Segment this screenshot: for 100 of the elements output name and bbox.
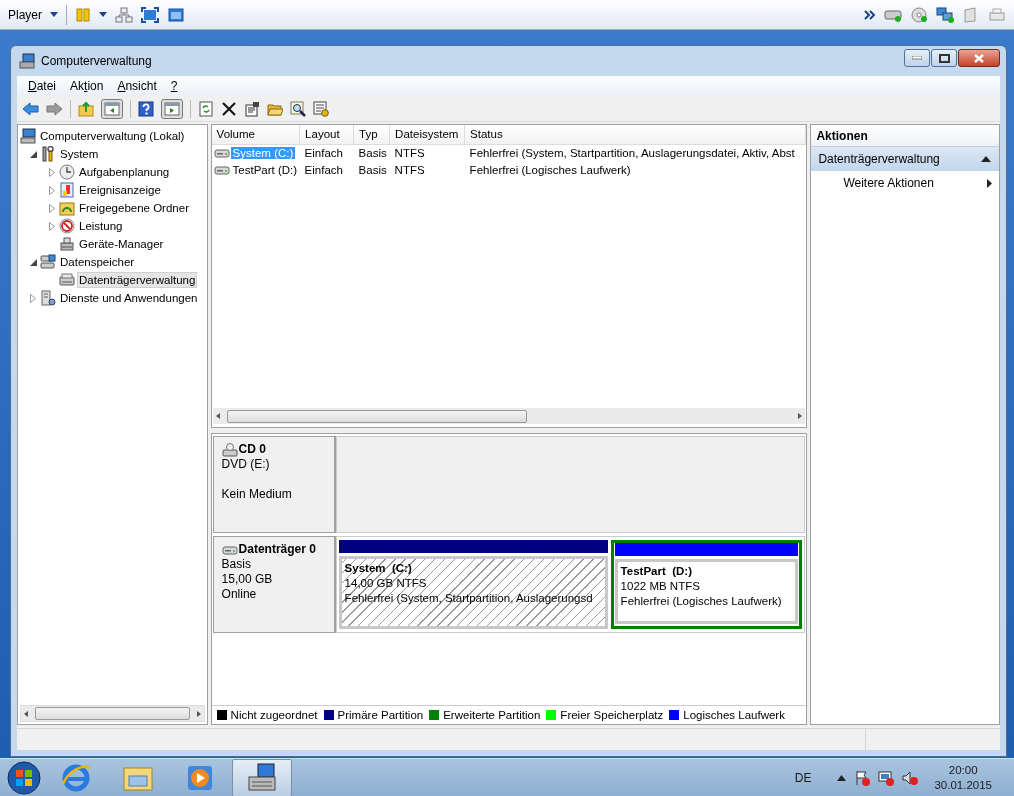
column-header[interactable]: Layout (299, 125, 354, 144)
network-nodes-icon[interactable] (115, 6, 133, 23)
submenu-arrow-icon[interactable] (987, 178, 992, 188)
computer-management-icon (19, 53, 35, 69)
tree-item[interactable]: Leistung (77, 218, 125, 234)
collapse-arrow-icon[interactable] (981, 156, 991, 162)
collapsed-arrow-icon[interactable] (49, 221, 55, 231)
partition-box[interactable]: TestPart (D:) 1022 MB NTFS Fehlerfrei (Logisches Laufwerk) (614, 559, 799, 624)
event-log-icon (59, 182, 75, 198)
table-cell: Einfach (299, 144, 354, 161)
disk-type: Basis (221, 557, 252, 572)
table-cell-text: NTFS (393, 162, 426, 178)
legend-label: Nicht zugeordnet (230, 709, 318, 721)
actions-section[interactable]: Datenträgerverwaltung (811, 147, 999, 171)
window-title: Computerverwaltung (41, 54, 152, 68)
forward-arrow-icon[interactable] (46, 100, 63, 117)
storage-icon (40, 254, 56, 270)
partition[interactable]: System (C:) 14,00 GB NTFS Fehlerfrei (System, Startpartition, Auslagerungsd (338, 540, 608, 629)
double-chevron-icon[interactable] (864, 8, 876, 21)
tree-item[interactable]: Dienste und Anwendungen (58, 290, 200, 306)
tree-item[interactable]: Computerverwaltung (Lokal) (38, 128, 187, 144)
network-icon[interactable] (936, 6, 954, 23)
tree-item[interactable]: Datenspeicher (58, 254, 137, 270)
performance-icon (59, 218, 75, 234)
horizontal-scrollbar[interactable] (20, 705, 205, 722)
fullscreen-icon[interactable] (141, 6, 159, 23)
column-header[interactable]: Dateisystem (389, 125, 465, 144)
menu-item[interactable]: Datei (21, 79, 64, 93)
table-cell: Fehlerfrei (System, Startpartition, Auslagerungsdatei, Aktiv, Abst (464, 144, 806, 161)
disk-drive-icon (59, 272, 75, 288)
taskbar-button[interactable] (232, 758, 292, 796)
cd-drive-icon (221, 442, 238, 457)
menu-item[interactable]: ? (163, 79, 185, 93)
extended-partition[interactable]: TestPart (D:) 1022 MB NTFS Fehlerfrei (Logisches Laufwerk) (610, 540, 803, 629)
magnifier-icon[interactable] (290, 100, 306, 117)
disk-drive-icon (221, 543, 238, 556)
close-button[interactable] (958, 49, 1000, 67)
column-header[interactable]: Status (464, 125, 806, 144)
flag-icon[interactable] (854, 769, 871, 786)
start-button[interactable] (4, 759, 44, 796)
computer-management-icon[interactable] (246, 761, 278, 794)
close-icon[interactable] (974, 53, 984, 63)
refresh-icon[interactable] (198, 100, 214, 117)
partition-status: Fehlerfrei (Logisches Laufwerk) (620, 594, 783, 609)
maximize-button[interactable] (931, 49, 957, 67)
collapsed-arrow-icon[interactable] (49, 185, 55, 195)
collapsed-arrow-icon[interactable] (49, 167, 55, 177)
tree-item[interactable]: Datenträgerverwaltung (77, 272, 198, 288)
back-arrow-icon[interactable] (22, 100, 39, 117)
tree-item[interactable]: Ereignisanzeige (77, 182, 163, 198)
pane-toggle-icon[interactable] (161, 98, 183, 119)
folder-up-icon[interactable] (78, 100, 94, 117)
column-header[interactable]: Volume (211, 125, 300, 144)
player-menu[interactable]: Player (8, 7, 42, 22)
collapsed-arrow-icon[interactable] (30, 293, 36, 303)
tools-icon (40, 146, 56, 162)
menu-item[interactable]: Ansicht (110, 79, 164, 93)
delete-icon[interactable] (221, 100, 237, 117)
table-cell[interactable]: TestPart (D:) (230, 163, 300, 176)
clock[interactable]: 20:00 30.01.2015 (934, 762, 992, 793)
partition-box[interactable]: System (C:) 14,00 GB NTFS Fehlerfrei (System, Startpartition, Auslagerungsd (338, 556, 608, 629)
partition-name: System (C:) (344, 561, 413, 576)
window-icon[interactable] (167, 6, 185, 23)
horizontal-scrollbar[interactable] (212, 408, 806, 424)
expanded-arrow-icon[interactable] (29, 258, 37, 266)
legend-label: Primäre Partition (337, 709, 424, 721)
speaker-muted-icon[interactable] (902, 769, 919, 786)
tree-item[interactable]: Freigegebene Ordner (77, 200, 191, 216)
help-icon[interactable] (138, 100, 154, 117)
maximize-icon[interactable] (938, 53, 950, 63)
up-arrow-icon[interactable] (837, 774, 847, 781)
expanded-arrow-icon[interactable] (29, 150, 37, 158)
volume-icon (213, 146, 230, 159)
disk-name: CD 0 (238, 442, 266, 457)
clock-date: 30.01.2015 (934, 777, 992, 793)
clock-icon (59, 164, 75, 180)
pane-toggle-icon[interactable] (101, 98, 123, 119)
collapsed-arrow-icon[interactable] (49, 203, 55, 213)
tree-item[interactable]: System (58, 146, 101, 162)
tree-item[interactable]: Aufgabenplanung (77, 164, 172, 180)
disc-icon[interactable] (910, 6, 928, 23)
dropdown-caret-icon[interactable] (99, 12, 107, 17)
action-item[interactable]: Weitere Aktionen (811, 171, 999, 195)
tree-item[interactable]: Geräte-Manager (77, 236, 166, 252)
legend-label: Erweiterte Partition (443, 709, 541, 721)
clock-time: 20:00 (948, 762, 978, 778)
device-icon (59, 236, 75, 252)
partition-status: Fehlerfrei (System, Startpartition, Auslagerungsd (344, 591, 594, 606)
legend-label: Freier Speicherplatz (560, 709, 664, 721)
pause-icon[interactable] (75, 6, 91, 23)
dropdown-caret-icon[interactable] (50, 12, 58, 17)
minimize-button[interactable] (904, 49, 930, 67)
minimize-icon[interactable] (912, 56, 922, 60)
network-icon[interactable] (878, 769, 895, 786)
column-header[interactable]: Typ (353, 125, 390, 144)
shared-folder-icon (59, 200, 75, 216)
language-indicator[interactable]: DE (794, 770, 812, 785)
menu-item[interactable]: Aktion (63, 79, 111, 93)
partition-name: TestPart (D:) (620, 564, 693, 579)
volume-icon (213, 163, 230, 176)
